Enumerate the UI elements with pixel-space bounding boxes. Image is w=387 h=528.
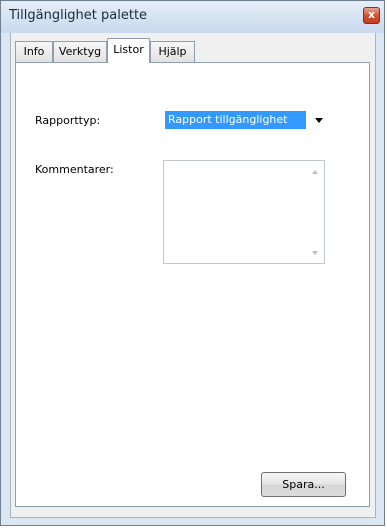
scroll-up-arrow-icon[interactable] <box>312 170 318 174</box>
tab-listor[interactable]: Listor <box>107 38 150 63</box>
save-button-label: Spara... <box>282 478 325 491</box>
report-type-select[interactable]: Rapport tillgänglighet <box>164 110 326 130</box>
tab-listor-label: Listor <box>113 43 144 56</box>
report-type-label: Rapporttyp: <box>35 114 101 127</box>
tab-hjalp-label: Hjälp <box>158 45 187 58</box>
palette-client-area: Info Verktyg Listor Hjälp Rapporttyp: Ra… <box>10 33 376 518</box>
save-button[interactable]: Spara... <box>261 472 346 497</box>
tillganglighet-palette-window: Tillgänglighet palette x Info Verktyg Li… <box>0 0 385 526</box>
close-button[interactable]: x <box>363 7 380 24</box>
comments-scrollbar[interactable] <box>308 161 324 263</box>
report-type-selected-value: Rapport tillgänglighet <box>165 111 306 129</box>
scroll-down-arrow-icon[interactable] <box>312 251 318 255</box>
comments-label: Kommentarer: <box>35 163 114 176</box>
tab-info[interactable]: Info <box>15 41 53 62</box>
window-title: Tillgänglighet palette <box>9 8 148 23</box>
tab-verktyg[interactable]: Verktyg <box>53 41 107 62</box>
chevron-down-icon[interactable] <box>315 118 323 123</box>
comments-textarea[interactable] <box>163 160 325 264</box>
listor-tab-panel: Rapporttyp: Rapport tillgänglighet Komme… <box>15 62 370 507</box>
tab-hjalp[interactable]: Hjälp <box>150 41 195 62</box>
tab-verktyg-label: Verktyg <box>58 45 102 58</box>
close-icon: x <box>367 8 376 21</box>
window-titlebar[interactable]: Tillgänglighet palette x <box>1 1 384 33</box>
tab-info-label: Info <box>23 45 45 58</box>
